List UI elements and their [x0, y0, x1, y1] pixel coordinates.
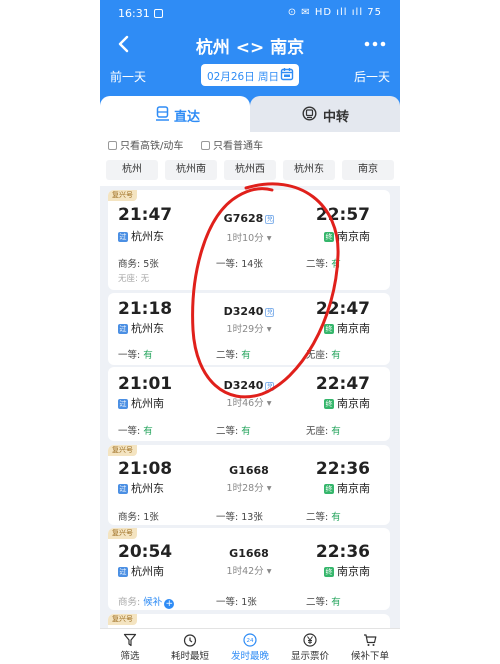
checkbox-icon — [201, 141, 210, 150]
high-speed-only-checkbox[interactable]: 只看高铁/动车 — [108, 137, 183, 152]
transfer-icon — [302, 106, 317, 121]
arrival-time: 22:47 — [315, 374, 370, 394]
yen-icon — [303, 633, 317, 647]
fuxing-badge: 复兴号 — [108, 445, 137, 456]
filter-icon — [123, 633, 137, 647]
arrival-station: 终南京南 — [324, 482, 370, 495]
filter-label: 筛选 — [120, 651, 140, 662]
train-card[interactable]: 复兴号 21:08 过杭州东 G1668 1时28分 ▾ 22:36 终南京南 … — [108, 445, 390, 525]
train-card[interactable]: 复兴号 21:47 过杭州东 G7628 兑 1时10分 ▾ 22:57 终南京南… — [108, 190, 390, 290]
station-chip[interactable]: 杭州 — [106, 160, 158, 180]
terminal-station-icon: 终 — [324, 324, 334, 334]
arrival-station: 终南京南 — [324, 322, 370, 335]
sort-latest-button[interactable]: 24 发时最晚 — [220, 629, 280, 664]
terminal-station-icon: 终 — [324, 232, 334, 242]
seat-first-class: 一等: 13张 — [216, 512, 263, 523]
train-card-partial: 复兴号 — [108, 614, 390, 628]
fuxing-badge: 复兴号 — [108, 528, 137, 539]
seat-second-class: 二等: 有 — [306, 259, 341, 270]
train-card[interactable]: 复兴号 20:54 过杭州南 G1668 1时42分 ▾ 22:36 终南京南 … — [108, 528, 390, 610]
show-price-button[interactable]: 显示票价 — [280, 629, 340, 664]
filter-area: 只看高铁/动车 只看普通车 杭州 杭州南 杭州西 杭州东 南京 — [100, 132, 400, 186]
seat-second-class: 二等: 有 — [216, 350, 251, 361]
sort-latest-label: 发时最晚 — [230, 651, 269, 662]
terminal-station-icon: 终 — [324, 567, 334, 577]
arrival-station: 终南京南 — [324, 230, 370, 243]
station-chip[interactable]: 南京 — [342, 160, 394, 180]
selected-date: 02月26日 周日 — [207, 71, 280, 83]
seat-first-class: 一等: 有 — [118, 426, 153, 437]
exchange-tag-icon: 兑 — [265, 382, 275, 391]
exchange-tag-icon: 兑 — [265, 215, 275, 224]
arrival-time: 22:36 — [315, 459, 370, 479]
terminal-station-icon: 终 — [324, 399, 334, 409]
seat-standing: 无座: 有 — [306, 350, 341, 361]
high-speed-only-label: 只看高铁/动车 — [120, 141, 184, 152]
seat-business: 商务: 1张 — [118, 512, 159, 523]
seat-second-class: 二等: 有 — [306, 597, 341, 608]
seat-second-class: 二等: 有 — [216, 426, 251, 437]
status-indicators: ⊙ ✉ HD ıll ıll 75 — [287, 7, 382, 18]
prev-day-button[interactable]: 前一天 — [110, 68, 146, 85]
station-filter-chips: 杭州 杭州南 杭州西 杭州东 南京 — [106, 160, 394, 180]
notification-icon — [154, 9, 163, 18]
status-bar: 16:31 ⊙ ✉ HD ıll ıll 75 — [100, 0, 400, 26]
train-card[interactable]: 21:18 过杭州东 D3240 兑 1时29分 ▾ 22:47 终南京南 一等:… — [108, 293, 390, 365]
clock-24-icon: 24 — [243, 633, 257, 647]
svg-text:24: 24 — [247, 638, 254, 644]
add-waitlist-icon[interactable]: + — [164, 599, 175, 609]
route-type-tabs: 直达 中转 — [100, 96, 400, 132]
filter-button[interactable]: 筛选 — [100, 629, 160, 664]
fuxing-badge: 复兴号 — [108, 190, 137, 201]
regular-only-label: 只看普通车 — [213, 141, 263, 152]
show-price-label: 显示票价 — [290, 651, 329, 662]
seat-business[interactable]: 商务: 候补 + — [118, 594, 175, 609]
sort-shortest-button[interactable]: 耗时最短 — [160, 629, 220, 664]
nav-bar: 杭州 <> 南京 — [100, 28, 400, 62]
date-bar: 前一天 02月26日 周日 后一天 — [100, 64, 400, 88]
sort-shortest-label: 耗时最短 — [170, 651, 209, 662]
more-options-icon[interactable] — [362, 34, 388, 54]
route-title: 杭州 <> 南京 — [195, 38, 305, 58]
regular-only-checkbox[interactable]: 只看普通车 — [201, 137, 263, 152]
tab-direct-label: 直达 — [174, 110, 201, 125]
station-chip[interactable]: 杭州东 — [283, 160, 335, 180]
arrival-station: 终南京南 — [324, 397, 370, 410]
train-icon — [156, 106, 169, 121]
tab-direct[interactable]: 直达 — [100, 96, 250, 132]
station-chip[interactable]: 杭州西 — [224, 160, 276, 180]
seat-standing: 无座: 有 — [306, 426, 341, 437]
seat-first-class: 一等: 有 — [118, 350, 153, 361]
calendar-icon — [280, 68, 294, 81]
arrival-time: 22:47 — [315, 299, 370, 319]
train-card[interactable]: 21:01 过杭州南 D3240 兑 1时46分 ▾ 22:47 终南京南 一等:… — [108, 367, 390, 441]
next-day-button[interactable]: 后一天 — [354, 68, 390, 85]
checkbox-icon — [108, 141, 117, 150]
exchange-tag-icon: 兑 — [265, 308, 275, 317]
seat-first-class: 一等: 1张 — [216, 597, 257, 608]
phone-screen: 16:31 ⊙ ✉ HD ıll ıll 75 杭州 <> 南京 前一天 02月… — [100, 0, 400, 664]
seat-standing: 无座: 无 — [118, 274, 150, 284]
seat-business: 商务: 5张 — [118, 259, 159, 270]
date-picker[interactable]: 02月26日 周日 — [201, 64, 299, 86]
station-chip[interactable]: 杭州南 — [165, 160, 217, 180]
app-header: 16:31 ⊙ ✉ HD ıll ıll 75 杭州 <> 南京 前一天 02月… — [100, 0, 400, 108]
waitlist-order-label: 候补下单 — [350, 651, 389, 662]
waitlist-order-button[interactable]: 候补下单 — [340, 629, 400, 664]
terminal-station-icon: 终 — [324, 484, 334, 494]
status-time: 16:31 — [118, 7, 150, 20]
arrival-time: 22:57 — [315, 205, 370, 225]
arrival-time: 22:36 — [315, 542, 370, 562]
seat-first-class: 一等: 14张 — [216, 259, 263, 270]
tab-transfer-label: 中转 — [323, 110, 350, 125]
bottom-toolbar: 筛选 耗时最短 24 发时最晚 显示票价 候补下单 — [100, 628, 400, 664]
fuxing-badge: 复兴号 — [108, 614, 137, 625]
tab-transfer[interactable]: 中转 — [250, 96, 400, 132]
timer-icon — [183, 634, 197, 647]
cart-icon — [364, 634, 377, 646]
seat-second-class: 二等: 有 — [306, 512, 341, 523]
arrival-station: 终南京南 — [324, 565, 370, 578]
